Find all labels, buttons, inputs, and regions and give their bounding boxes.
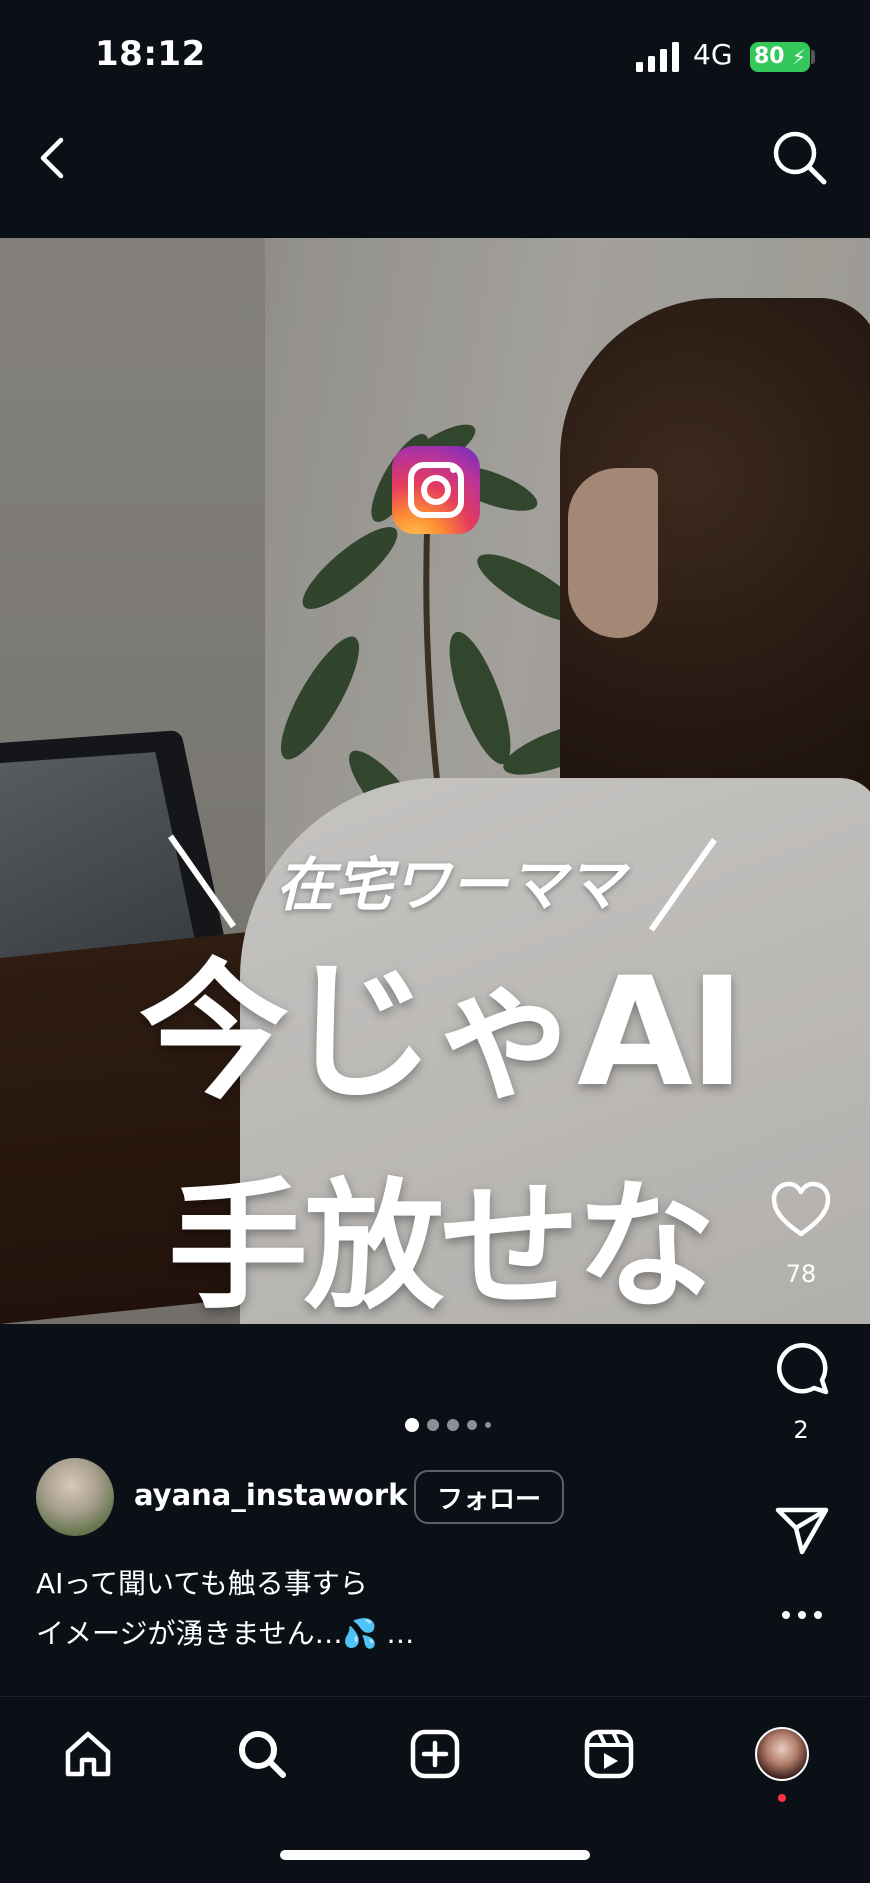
notification-dot <box>778 1794 786 1802</box>
nav-profile-button[interactable] <box>752 1724 812 1784</box>
chevron-left-icon <box>40 137 64 179</box>
image-subtitle: 在宅ワーママ <box>275 851 624 919</box>
battery-level: 80 <box>754 44 785 69</box>
nav-search-button[interactable] <box>232 1724 292 1784</box>
carousel-pagination <box>405 1418 505 1432</box>
like-button[interactable] <box>770 1180 832 1238</box>
nav-home-button[interactable] <box>58 1724 118 1784</box>
battery-cap <box>811 50 815 64</box>
search-icon <box>239 1731 286 1778</box>
charging-bolt-icon: ⚡ <box>791 45 806 69</box>
comment-button[interactable] <box>774 1340 830 1396</box>
nav-create-button[interactable] <box>405 1724 465 1784</box>
search-button[interactable] <box>770 128 830 188</box>
carousel-dot <box>467 1420 477 1430</box>
follow-button[interactable]: フォロー <box>414 1470 564 1524</box>
post-image[interactable]: 在宅ワーママ 今じゃAI 手放せない! <box>0 238 870 1324</box>
home-icon <box>65 1731 111 1777</box>
heart-icon <box>771 1181 831 1237</box>
author-avatar[interactable] <box>36 1458 114 1536</box>
reels-icon <box>584 1729 634 1779</box>
carousel-dot <box>447 1419 459 1431</box>
author-username[interactable]: ayana_instawork <box>134 1478 407 1512</box>
image-overlay <box>0 238 870 1324</box>
image-headline-line1: 今じゃAI <box>139 946 745 1120</box>
send-icon <box>775 1507 829 1555</box>
more-icon <box>782 1611 822 1619</box>
caption-line1[interactable]: AIって聞いても触る事すら <box>36 1562 368 1602</box>
search-icon <box>773 131 827 185</box>
carousel-dot <box>485 1422 491 1428</box>
nav-reels-button[interactable] <box>579 1724 639 1784</box>
comment-icon <box>777 1343 829 1395</box>
comment-count: 2 <box>793 1416 809 1444</box>
profile-avatar <box>755 1727 809 1781</box>
carousel-dot <box>427 1419 439 1431</box>
cellular-signal-icon <box>636 42 679 72</box>
more-options-button[interactable] <box>780 1606 824 1619</box>
status-time: 18:12 <box>95 34 206 74</box>
instagram-logo-icon <box>392 446 480 534</box>
battery-indicator: 80 ⚡ <box>750 42 810 72</box>
caption-line2[interactable]: イメージが湧きません…💦 … <box>36 1612 414 1652</box>
network-type: 4G <box>693 38 733 71</box>
home-indicator[interactable] <box>280 1850 590 1860</box>
carousel-dot <box>405 1418 419 1432</box>
back-button[interactable] <box>30 130 74 186</box>
create-icon <box>410 1729 460 1779</box>
share-button[interactable] <box>774 1504 830 1556</box>
like-count: 78 <box>785 1260 817 1288</box>
image-headline-line2: 手放せない! <box>167 1166 716 1325</box>
